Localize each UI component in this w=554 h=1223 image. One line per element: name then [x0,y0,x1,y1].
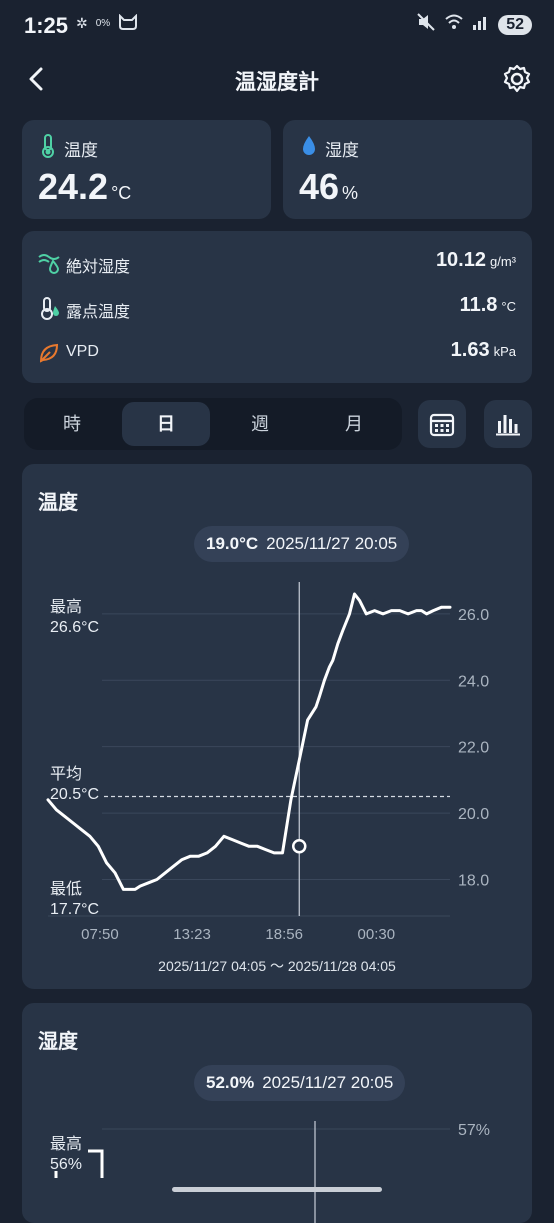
humidity-label: 湿度 [325,141,359,160]
absolute-humidity-row: 絶対湿度 10.12 g/m³ [38,243,516,283]
temperature-chart-card: 温度 19.0°C 2025/11/27 20:05 26.0 24.0 22.0 20… [22,464,532,989]
temperature-value: 24.2 °C [38,166,132,207]
details-card: 絶対湿度 10.12 g/m³ 露点温度 11.8 °C VPD 1.63 kPa [22,231,532,383]
y-tick-label: 26.0 [458,607,489,624]
humidity-card: 湿度 46% [283,120,532,219]
status-time: 1:25 [24,13,69,38]
y-tick-label: 18.0 [458,872,489,889]
signal-icon [472,13,490,36]
date-range: 2025/11/27 04:05 ～ 2025/11/28 04:05 [158,958,396,974]
tab-hour[interactable]: 時 [28,402,116,446]
humidity-value: 46% [299,166,359,207]
tab-day[interactable]: 日 [122,402,210,446]
page-title: 温湿度計 [235,71,319,94]
bar-chart-icon [496,415,520,436]
max-label: 最高 [50,1135,82,1153]
max-value: 26.6°C [50,619,99,636]
bar-chart-button[interactable] [484,400,532,448]
x-tick-label: 00:30 [358,926,396,943]
max-label: 最高 [50,598,82,616]
calendar-button[interactable] [418,400,466,448]
min-value: 17.7°C [50,901,99,918]
dew-point-label: 露点温度 [66,304,131,321]
battery-indicator: 52 [498,14,532,35]
max-value: 56% [50,1156,82,1173]
app-bar: 温湿度計 [0,52,554,108]
temperature-card: 温度 24.2 °C [22,120,271,219]
thermometer-icon [42,134,54,158]
wind-water-icon [38,254,60,274]
y-tick-label: 20.0 [458,806,489,823]
absolute-humidity-value: 10.12 g/m³ [435,249,516,271]
calendar-icon [429,413,455,437]
wifi-icon [444,13,464,36]
vpd-row: VPD 1.63 kPa [38,333,516,373]
temperature-chart[interactable]: 26.0 24.0 22.0 20.0 18.0 07:50 13:23 18:56 00:30… [22,464,532,989]
dew-point-row: 露点温度 11.8 °C [38,288,516,328]
home-indicator [172,1187,382,1192]
settings-button[interactable] [502,64,532,94]
temperature-series-line [46,592,452,891]
average-label: 平均 [50,765,82,783]
water-drop-icon [303,136,315,155]
y-tick-label: 57% [458,1122,490,1139]
absolute-humidity-label: 絶対湿度 [66,259,131,276]
temperature-label: 温度 [64,141,98,160]
tab-month[interactable]: 月 [310,402,398,446]
status-indicator-value: 0% [95,18,111,29]
cursor-point [292,839,307,854]
vpd-label: VPD [66,343,99,360]
y-tick-label: 22.0 [458,740,489,757]
dew-point-icon [41,297,59,320]
humidity-unit: % [342,183,359,203]
weather-indicator-icon: ✲ [76,15,88,31]
vpd-value: 1.63 kPa [450,339,516,361]
y-tick-label: 24.0 [458,673,489,690]
status-bar: 1:25 ✲ 0% 52 [0,0,554,52]
mute-icon [416,12,436,37]
dew-point-value: 11.8 °C [459,294,516,316]
leaf-icon [39,343,59,363]
x-tick-label: 07:50 [81,926,119,943]
x-tick-label: 18:56 [265,926,303,943]
gear-icon [503,64,531,93]
min-label: 最低 [50,880,82,898]
period-tabs: 時 日 週 月 [24,398,402,450]
tab-week[interactable]: 週 [216,402,304,446]
x-tick-label: 13:23 [173,926,211,943]
average-value: 20.5°C [50,786,99,803]
cat-icon [118,13,138,33]
temperature-unit: °C [111,183,132,203]
